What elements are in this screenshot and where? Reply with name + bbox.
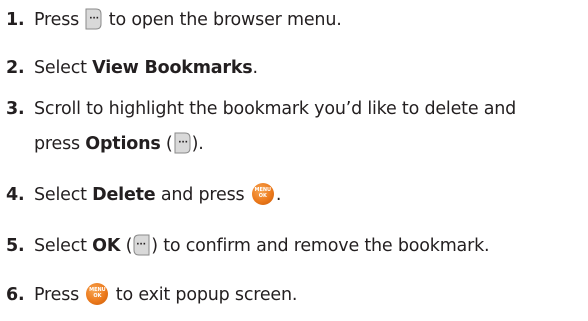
right-softkey-icon: ··· <box>174 132 191 154</box>
menu-ok-label-bottom: OK <box>93 293 102 299</box>
step-4: 4. Select Delete and press MENU OK. <box>6 183 281 206</box>
step-text: . <box>252 58 258 78</box>
step-number: 5. <box>6 236 25 256</box>
step-1: 1. Press ··· to open the browser menu. <box>6 8 342 31</box>
menu-option-delete: Delete <box>92 185 156 205</box>
step-text: Select <box>34 185 93 205</box>
step-2: 2. Select View Bookmarks. <box>6 57 258 79</box>
step-6: 6. Press MENU OK to exit popup screen. <box>6 283 297 306</box>
step-text: Scroll to highlight the bookmark you’d l… <box>34 99 517 119</box>
step-text: to open the browser menu. <box>103 10 342 30</box>
step-text: ) to confirm and remove the bookmark. <box>151 236 490 256</box>
menu-option-ok: OK <box>92 236 121 256</box>
menu-ok-button-icon: MENU OK <box>251 183 274 205</box>
step-number: 4. <box>6 185 25 205</box>
svg-text:···: ··· <box>136 240 146 250</box>
step-5: 5. Select OK (··· ) to confirm and remove … <box>6 234 490 257</box>
step-3: 3. Scroll to highlight the bookmark you’d… <box>6 98 516 120</box>
step-3-continued: press Options ( ···). <box>34 132 204 155</box>
step-text: ). <box>191 134 204 154</box>
step-number: 1. <box>6 10 25 30</box>
svg-text:···: ··· <box>178 138 188 148</box>
svg-text:···: ··· <box>90 14 100 24</box>
menu-ok-label-bottom: OK <box>258 193 267 199</box>
right-softkey-icon: ··· <box>85 8 102 30</box>
menu-option-view-bookmarks: View Bookmarks <box>92 58 253 78</box>
left-softkey-icon: ··· <box>133 234 150 256</box>
step-text: Select <box>34 236 93 256</box>
step-text: press <box>34 134 86 154</box>
step-text: . <box>275 185 282 205</box>
step-text: Press <box>34 10 85 30</box>
step-text: Press <box>34 285 85 305</box>
step-number: 3. <box>6 99 25 119</box>
step-number: 2. <box>6 58 25 78</box>
menu-ok-button-icon: MENU OK <box>86 283 109 305</box>
menu-option-options: Options <box>85 134 161 154</box>
step-number: 6. <box>6 285 25 305</box>
step-text: ( <box>120 236 133 256</box>
step-text: Select <box>34 58 93 78</box>
step-text: and press <box>155 185 250 205</box>
step-text: to exit popup screen. <box>110 285 298 305</box>
step-text: ( <box>160 134 173 154</box>
